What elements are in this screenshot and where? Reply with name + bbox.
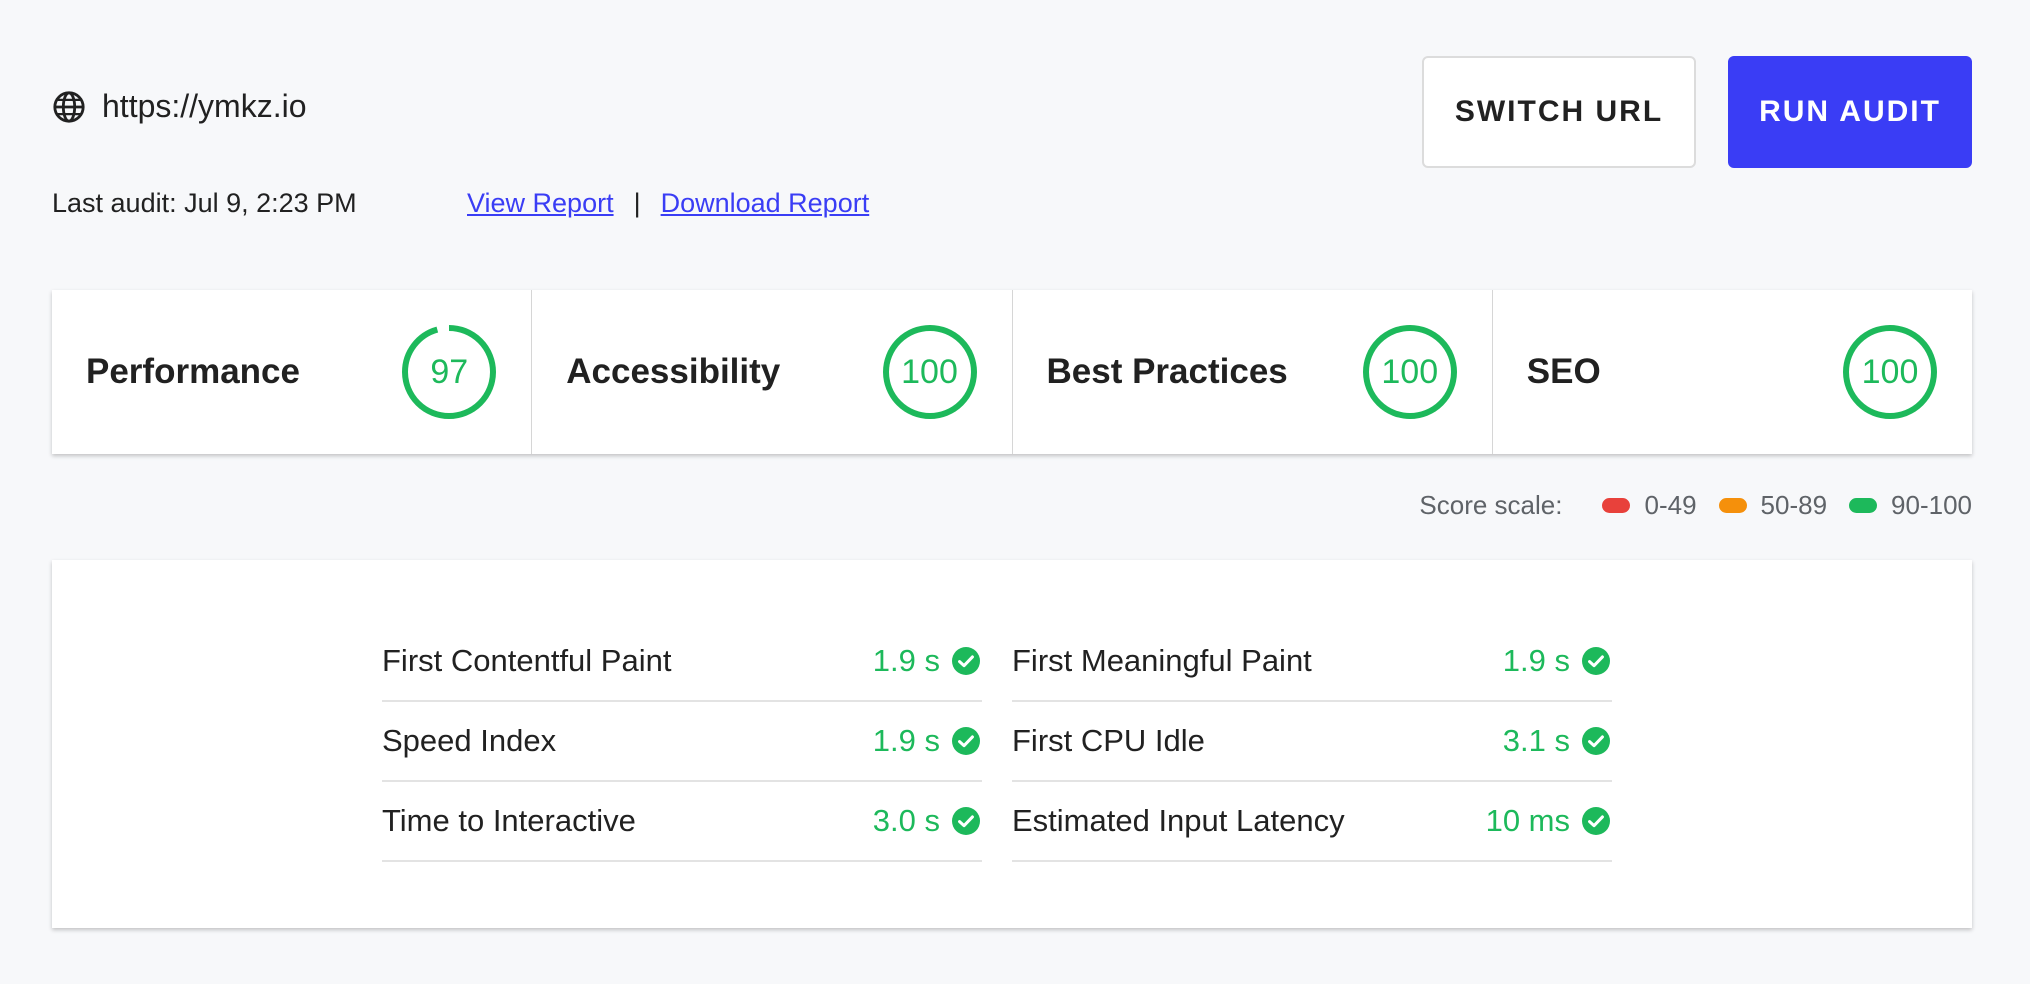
- metric-label: First Meaningful Paint: [1012, 643, 1312, 678]
- audited-url: https://ymkz.io: [102, 88, 307, 124]
- metric-label: First CPU Idle: [1012, 723, 1205, 758]
- metric-row: Speed Index 1.9 s: [382, 702, 982, 782]
- page: https://ymkz.io SWITCH URL RUN AUDIT Las…: [0, 0, 2030, 984]
- metric-label: First Contentful Paint: [382, 643, 672, 678]
- view-report-link[interactable]: View Report: [467, 188, 614, 219]
- legend-item-average: 50-89: [1718, 490, 1828, 521]
- score-value: 100: [901, 352, 958, 391]
- metric-label: Time to Interactive: [382, 803, 636, 838]
- metric-value: 10 ms: [1485, 803, 1570, 838]
- legend-item-fail: 0-49: [1602, 490, 1697, 521]
- report-links: View Report | Download Report: [467, 188, 869, 219]
- score-scale-legend: Score scale: 0-49 50-89 90-100: [1419, 490, 1972, 521]
- score-card-performance[interactable]: Performance 97: [52, 290, 533, 454]
- metric-value: 3.0 s: [872, 803, 940, 838]
- score-gauge: 100: [882, 324, 978, 420]
- score-cards: Performance 97 Accessibility 100 Best Pr…: [52, 290, 1972, 454]
- score-gauge: 100: [1362, 324, 1458, 420]
- metric-row: First Contentful Paint 1.9 s: [382, 622, 982, 702]
- switch-url-button[interactable]: SWITCH URL: [1422, 56, 1696, 168]
- metric-value: 3.1 s: [1502, 723, 1570, 758]
- score-gauge: 100: [1842, 324, 1938, 420]
- link-separator: |: [633, 188, 641, 218]
- score-card-best-practices[interactable]: Best Practices 100: [1013, 290, 1493, 454]
- score-title: Performance: [86, 352, 300, 391]
- legend-item-pass: 90-100: [1849, 490, 1972, 521]
- check-circle-icon: [1582, 727, 1610, 755]
- legend-swatch: [1849, 498, 1878, 513]
- download-report-link[interactable]: Download Report: [661, 188, 870, 219]
- metric-value: 1.9 s: [872, 723, 940, 758]
- legend-range: 50-89: [1760, 490, 1828, 520]
- metric-row: First CPU Idle 3.1 s: [1012, 702, 1612, 782]
- score-gauge: 97: [401, 324, 497, 420]
- metric-value: 1.9 s: [872, 643, 940, 678]
- legend-swatch: [1718, 498, 1747, 513]
- metric-row: Time to Interactive 3.0 s: [382, 782, 982, 862]
- score-value: 100: [1381, 352, 1439, 391]
- metrics-panel: First Contentful Paint 1.9 s First Meani…: [52, 560, 1972, 928]
- legend-label: Score scale:: [1419, 490, 1563, 520]
- run-audit-button[interactable]: RUN AUDIT: [1728, 56, 1972, 168]
- legend-range: 0-49: [1644, 490, 1697, 520]
- metric-label: Estimated Input Latency: [1012, 803, 1345, 838]
- metric-value: 1.9 s: [1502, 643, 1570, 678]
- score-title: Accessibility: [566, 352, 781, 391]
- check-circle-icon: [952, 807, 980, 835]
- metric-row: First Meaningful Paint 1.9 s: [1012, 622, 1612, 702]
- check-circle-icon: [1582, 647, 1610, 675]
- check-circle-icon: [952, 647, 980, 675]
- check-circle-icon: [1582, 807, 1610, 835]
- score-title: Best Practices: [1046, 352, 1288, 391]
- check-circle-icon: [952, 727, 980, 755]
- audit-meta-row: Last audit: Jul 9, 2:23 PM View Report |…: [52, 188, 869, 219]
- metric-label: Speed Index: [382, 723, 557, 758]
- last-audit-text: Last audit: Jul 9, 2:23 PM: [52, 188, 357, 218]
- score-value: 97: [430, 352, 469, 391]
- score-card-seo[interactable]: SEO 100: [1493, 290, 1972, 454]
- legend-range: 90-100: [1891, 490, 1972, 520]
- score-value: 100: [1861, 352, 1919, 391]
- metric-row: Estimated Input Latency 10 ms: [1012, 782, 1612, 862]
- score-card-accessibility[interactable]: Accessibility 100: [532, 290, 1013, 454]
- legend-swatch: [1602, 498, 1631, 513]
- score-title: SEO: [1526, 352, 1601, 391]
- globe-icon: [52, 90, 86, 124]
- url-row: https://ymkz.io: [52, 88, 307, 125]
